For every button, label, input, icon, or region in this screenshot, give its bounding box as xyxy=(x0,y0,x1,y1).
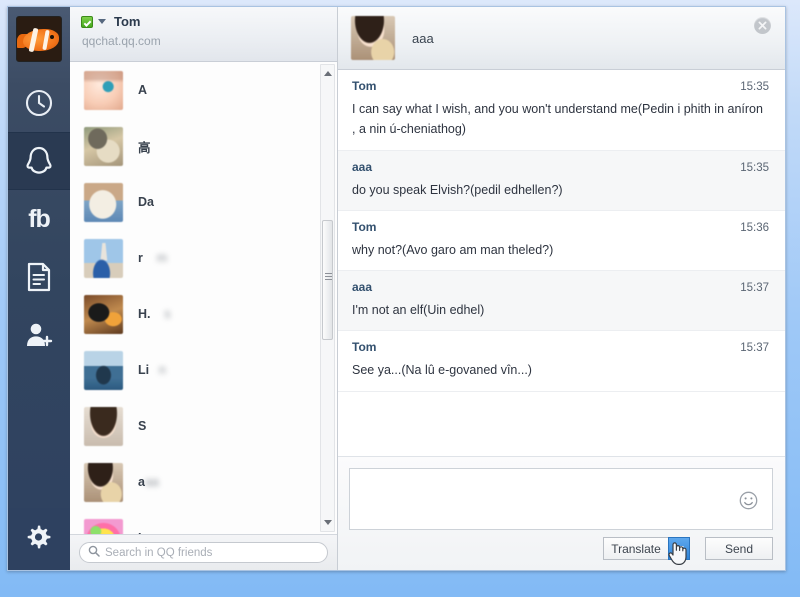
avatar xyxy=(84,294,123,334)
contacts-scrollbar[interactable] xyxy=(320,64,335,532)
composer: Translate Send xyxy=(338,457,785,570)
avatar xyxy=(351,16,395,60)
sidebar-item-add-friend[interactable] xyxy=(8,306,70,364)
message-time: 15:36 xyxy=(740,221,769,234)
gear-icon xyxy=(26,524,52,555)
message-input[interactable] xyxy=(349,468,773,530)
avatar xyxy=(84,238,123,278)
chat-header: aaa xyxy=(338,7,785,70)
message-sender: Tom xyxy=(352,340,377,355)
clock-icon xyxy=(24,88,54,118)
list-item-label: H. s xyxy=(138,307,171,321)
avatar-art xyxy=(50,35,54,39)
list-item-label: L xyxy=(138,531,148,534)
list-item[interactable]: Li n xyxy=(70,342,337,398)
list-item[interactable]: A xyxy=(70,62,337,118)
contacts-pane: Tom qqchat.qq.com A 高 Da r m H. s Li n S… xyxy=(70,7,338,570)
search-box[interactable] xyxy=(79,542,328,563)
search-bar xyxy=(70,534,337,570)
scroll-down-arrow[interactable] xyxy=(321,515,334,530)
avatar xyxy=(84,126,123,166)
chevron-down-icon[interactable] xyxy=(668,537,690,560)
send-button[interactable]: Send xyxy=(705,537,773,560)
status-chevron-down-icon[interactable] xyxy=(98,19,106,24)
message-sender: aaa xyxy=(352,159,373,174)
list-item[interactable]: S xyxy=(70,398,337,454)
message-time: 15:37 xyxy=(740,282,769,294)
chat-pane: aaa Tom 15:35 I can say what I wish, and… xyxy=(338,7,785,570)
message-row: Tom 15:37 See ya...(Na lû e-govaned vîn.… xyxy=(338,331,785,392)
contact-list[interactable]: A 高 Da r m H. s Li n S aaa xyxy=(70,62,337,534)
sidebar-item-settings[interactable] xyxy=(8,508,70,570)
qq-penguin-icon xyxy=(24,145,54,177)
list-item-label: 高 xyxy=(138,140,151,155)
list-item-label: Da xyxy=(138,195,154,209)
list-item-label: A xyxy=(138,83,148,97)
status-badge[interactable] xyxy=(81,15,93,28)
document-icon xyxy=(26,262,52,292)
message-text: I'm not an elf(Uin edhel) xyxy=(352,303,485,317)
sidebar-item-recent[interactable] xyxy=(8,74,70,132)
composer-actions: Translate Send xyxy=(603,537,773,560)
message-row: Tom 15:36 why not?(Avo garo am man thele… xyxy=(338,211,785,271)
message-sender: Tom xyxy=(352,219,377,234)
avatar xyxy=(84,350,123,390)
chat-window: fb Tom qqchat.qq.com A 高 Da r m H. s Li … xyxy=(7,6,786,571)
search-input[interactable] xyxy=(105,546,319,559)
chat-peer-name: aaa xyxy=(412,30,434,46)
account-domain: qqchat.qq.com xyxy=(82,34,161,48)
message-text: I can say what I wish, and you won't und… xyxy=(352,102,763,137)
account-header: Tom qqchat.qq.com xyxy=(70,7,337,62)
fb-icon: fb xyxy=(28,204,51,233)
list-item[interactable]: Da xyxy=(70,174,337,230)
list-item-label: r m xyxy=(138,251,168,265)
message-row: aaa 15:37 I'm not an elf(Uin edhel) xyxy=(338,271,785,332)
list-item-label: aaa xyxy=(138,475,159,489)
translate-button[interactable]: Translate xyxy=(603,537,668,560)
search-icon xyxy=(88,544,100,562)
scroll-up-arrow[interactable] xyxy=(321,66,334,81)
message-row: aaa 15:35 do you speak Elvish?(pedil edh… xyxy=(338,150,785,211)
list-item-label: Li n xyxy=(138,363,166,377)
list-item[interactable]: aaa xyxy=(70,454,337,510)
account-name: Tom xyxy=(114,14,141,29)
avatar xyxy=(84,462,123,502)
message-time: 15:35 xyxy=(740,81,769,93)
avatar xyxy=(84,518,123,534)
message-row: Tom 15:35 I can say what I wish, and you… xyxy=(338,70,785,151)
message-time: 15:37 xyxy=(740,342,769,355)
list-item[interactable]: H. s xyxy=(70,286,337,342)
avatar xyxy=(84,406,123,446)
list-item-label: S xyxy=(138,419,147,433)
user-avatar[interactable] xyxy=(16,16,62,62)
message-text: do you speak Elvish?(pedil edhellen?) xyxy=(352,182,563,197)
list-item[interactable]: r m xyxy=(70,230,337,286)
sidebar-item-facebook[interactable]: fb xyxy=(8,190,70,248)
list-item[interactable]: L xyxy=(70,510,337,534)
message-sender: Tom xyxy=(352,79,377,93)
message-time: 15:35 xyxy=(740,161,769,174)
scrollbar-thumb[interactable] xyxy=(322,220,333,340)
smiley-icon[interactable] xyxy=(739,491,758,510)
app-sidebar: fb xyxy=(8,7,70,570)
avatar xyxy=(84,70,123,110)
sidebar-item-documents[interactable] xyxy=(8,248,70,306)
message-list[interactable]: Tom 15:35 I can say what I wish, and you… xyxy=(338,70,785,457)
avatar xyxy=(84,182,123,222)
message-sender: aaa xyxy=(352,280,373,294)
add-user-icon xyxy=(24,320,54,350)
close-icon[interactable] xyxy=(754,17,771,34)
list-item[interactable]: 高 xyxy=(70,118,337,174)
message-text: why not?(Avo garo am man theled?) xyxy=(352,242,554,257)
message-text: See ya...(Na lû e-govaned vîn...) xyxy=(352,363,532,378)
sidebar-item-qq[interactable] xyxy=(8,132,70,190)
translate-split-button[interactable]: Translate xyxy=(603,537,690,560)
